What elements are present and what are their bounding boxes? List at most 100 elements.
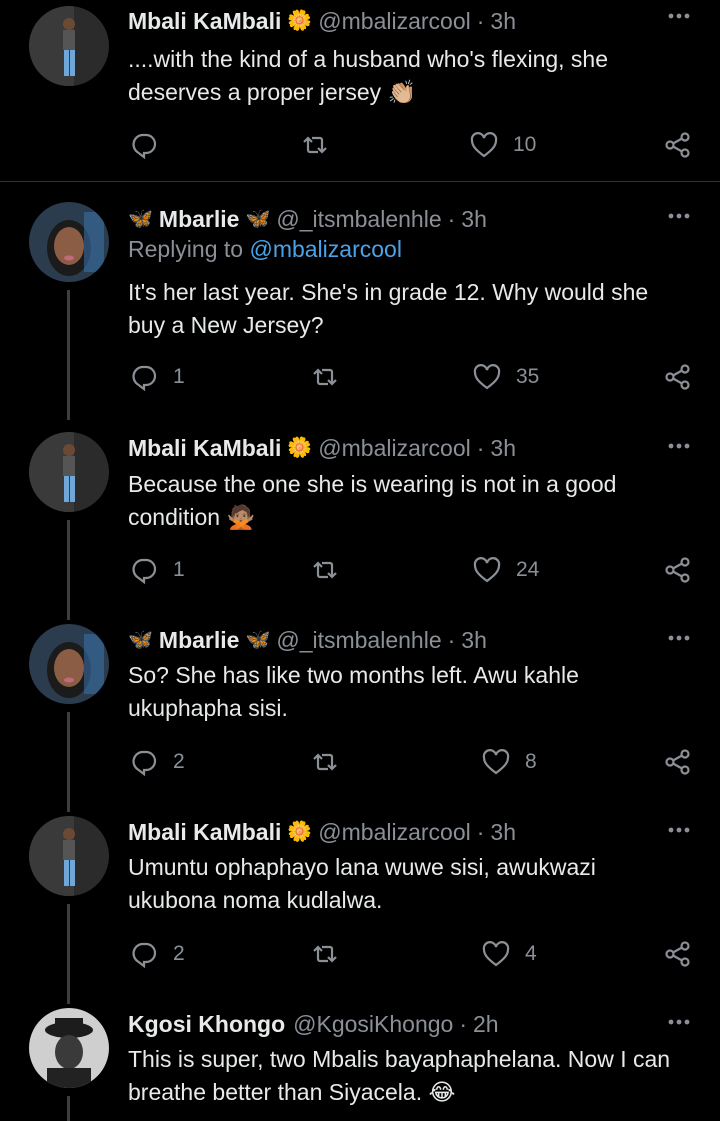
more-options-icon[interactable] bbox=[666, 626, 692, 650]
tweet-2[interactable]: Mbali KaMbali 🌼 @mbalizarcool · 3h Becau… bbox=[0, 430, 720, 620]
share-button[interactable] bbox=[663, 552, 693, 588]
butterfly-emoji: 🦋 bbox=[128, 208, 153, 230]
share-icon bbox=[665, 364, 690, 390]
tweet-text: ....with the kind of a husband who's fle… bbox=[128, 46, 609, 105]
retweet-button[interactable] bbox=[300, 127, 344, 163]
like-button[interactable]: 24 bbox=[472, 552, 539, 588]
reply-button[interactable]: 2 bbox=[129, 936, 185, 972]
timestamp[interactable]: 2h bbox=[473, 1011, 499, 1038]
retweet-icon bbox=[313, 561, 337, 579]
author-name[interactable]: Mbali KaMbali bbox=[128, 819, 281, 846]
avatar-mbali[interactable] bbox=[29, 432, 109, 512]
timestamp[interactable]: 3h bbox=[490, 8, 516, 35]
reply-count: 1 bbox=[173, 558, 185, 581]
author-name[interactable]: Mbarlie bbox=[159, 627, 240, 654]
author-handle[interactable]: @KgosiKhongo bbox=[293, 1011, 453, 1038]
like-count: 4 bbox=[525, 942, 537, 965]
butterfly-emoji: 🦋 bbox=[245, 629, 271, 651]
timestamp[interactable]: 3h bbox=[490, 819, 516, 846]
like-button[interactable]: 8 bbox=[481, 744, 537, 780]
tweet-4[interactable]: Mbali KaMbali 🌼 @mbalizarcool · 3h Umunt… bbox=[0, 814, 720, 1004]
retweet-icon bbox=[313, 945, 337, 963]
avatar-mbarlie[interactable] bbox=[29, 202, 109, 282]
share-icon bbox=[665, 132, 690, 158]
author-handle[interactable]: @mbalizarcool bbox=[318, 819, 470, 846]
reply-count: 2 bbox=[173, 750, 185, 773]
share-button[interactable] bbox=[663, 359, 693, 395]
more-options-icon[interactable] bbox=[666, 204, 692, 228]
action-bar: 1 24 bbox=[0, 552, 720, 588]
tweet-header: 🦋 Mbarlie 🦋 @_itsmbalenhle · 3h bbox=[128, 623, 487, 657]
reply-button[interactable] bbox=[129, 127, 173, 163]
avatar-kgosi[interactable] bbox=[29, 1008, 109, 1088]
flower-emoji: 🌼 bbox=[287, 10, 313, 32]
retweet-button[interactable] bbox=[310, 552, 354, 588]
separator-dot: · bbox=[476, 818, 485, 845]
retweet-icon bbox=[313, 368, 337, 386]
avatar-mbali[interactable] bbox=[29, 6, 109, 86]
tweet-1[interactable]: 🦋 Mbarlie 🦋 @_itsmbalenhle · 3h Replying… bbox=[0, 200, 720, 420]
action-bar: 1 35 bbox=[0, 359, 720, 395]
more-options-icon[interactable] bbox=[666, 4, 692, 28]
flower-emoji: 🌼 bbox=[287, 437, 313, 459]
like-button[interactable]: 35 bbox=[472, 359, 539, 395]
timestamp[interactable]: 3h bbox=[461, 206, 487, 233]
retweet-button[interactable] bbox=[310, 359, 354, 395]
more-options-icon[interactable] bbox=[666, 434, 692, 458]
share-button[interactable] bbox=[663, 936, 693, 972]
author-name[interactable]: Mbali KaMbali bbox=[128, 435, 281, 462]
tweet-0[interactable]: Mbali KaMbali 🌼 @mbalizarcool · 3h ....w… bbox=[0, 0, 720, 181]
thread-line bbox=[67, 290, 70, 420]
reply-icon bbox=[132, 750, 157, 777]
reply-button[interactable]: 1 bbox=[129, 359, 185, 395]
retweet-button[interactable] bbox=[310, 936, 354, 972]
reply-icon bbox=[132, 133, 157, 160]
timestamp[interactable]: 3h bbox=[461, 627, 487, 654]
like-button[interactable]: 10 bbox=[469, 127, 536, 163]
like-count: 10 bbox=[513, 133, 537, 156]
author-handle[interactable]: @mbalizarcool bbox=[318, 8, 470, 35]
like-count: 24 bbox=[516, 558, 540, 581]
separator-dot: · bbox=[447, 205, 456, 232]
more-options-icon[interactable] bbox=[666, 818, 692, 842]
retweet-icon bbox=[303, 136, 327, 154]
more-options-icon[interactable] bbox=[666, 1010, 692, 1034]
author-handle[interactable]: @_itsmbalenhle bbox=[276, 206, 441, 233]
tweet-text: Umuntu ophaphayo lana wuwe sisi, awukwaz… bbox=[128, 854, 596, 913]
author-name[interactable]: Mbarlie bbox=[159, 206, 240, 233]
author-name[interactable]: Kgosi Khongo bbox=[128, 1011, 285, 1038]
tweet-header: Kgosi Khongo @KgosiKhongo · 2h bbox=[128, 1007, 499, 1041]
heart-icon bbox=[482, 749, 510, 775]
separator-dot: · bbox=[447, 626, 456, 653]
share-button[interactable] bbox=[663, 127, 693, 163]
like-count: 8 bbox=[525, 750, 537, 773]
author-handle[interactable]: @mbalizarcool bbox=[318, 435, 470, 462]
butterfly-emoji: 🦋 bbox=[128, 629, 153, 651]
mention-link[interactable]: @mbalizarcool bbox=[249, 236, 401, 262]
retweet-button[interactable] bbox=[310, 744, 354, 780]
reply-count: 2 bbox=[173, 942, 185, 965]
tweet-text: This is super, two Mbalis bayaphaphelana… bbox=[128, 1046, 671, 1105]
tweet-header: Mbali KaMbali 🌼 @mbalizarcool · 3h bbox=[128, 815, 516, 849]
like-count: 35 bbox=[516, 365, 540, 388]
avatar-mbarlie[interactable] bbox=[29, 624, 109, 704]
tweet-5[interactable]: Kgosi Khongo @KgosiKhongo · 2h This is s… bbox=[0, 1006, 720, 1121]
reply-button[interactable]: 2 bbox=[129, 744, 185, 780]
flower-emoji: 🌼 bbox=[287, 821, 313, 843]
like-button[interactable]: 4 bbox=[481, 936, 537, 972]
tweet-3[interactable]: 🦋 Mbarlie 🦋 @_itsmbalenhle · 3h So? She … bbox=[0, 622, 720, 812]
action-bar: 10 bbox=[0, 127, 720, 163]
retweet-icon bbox=[313, 753, 337, 771]
reply-icon bbox=[132, 365, 157, 392]
tweet-text: Because the one she is wearing is not in… bbox=[128, 471, 617, 530]
tweet-header: 🦋 Mbarlie 🦋 @_itsmbalenhle · 3h bbox=[128, 202, 487, 236]
author-handle[interactable]: @_itsmbalenhle bbox=[276, 627, 441, 654]
reply-count: 1 bbox=[173, 365, 185, 388]
separator-dot: · bbox=[476, 434, 485, 461]
action-bar: 2 8 bbox=[0, 744, 720, 780]
share-button[interactable] bbox=[663, 744, 693, 780]
timestamp[interactable]: 3h bbox=[490, 435, 516, 462]
avatar-mbali[interactable] bbox=[29, 816, 109, 896]
author-name[interactable]: Mbali KaMbali bbox=[128, 8, 281, 35]
reply-button[interactable]: 1 bbox=[129, 552, 185, 588]
